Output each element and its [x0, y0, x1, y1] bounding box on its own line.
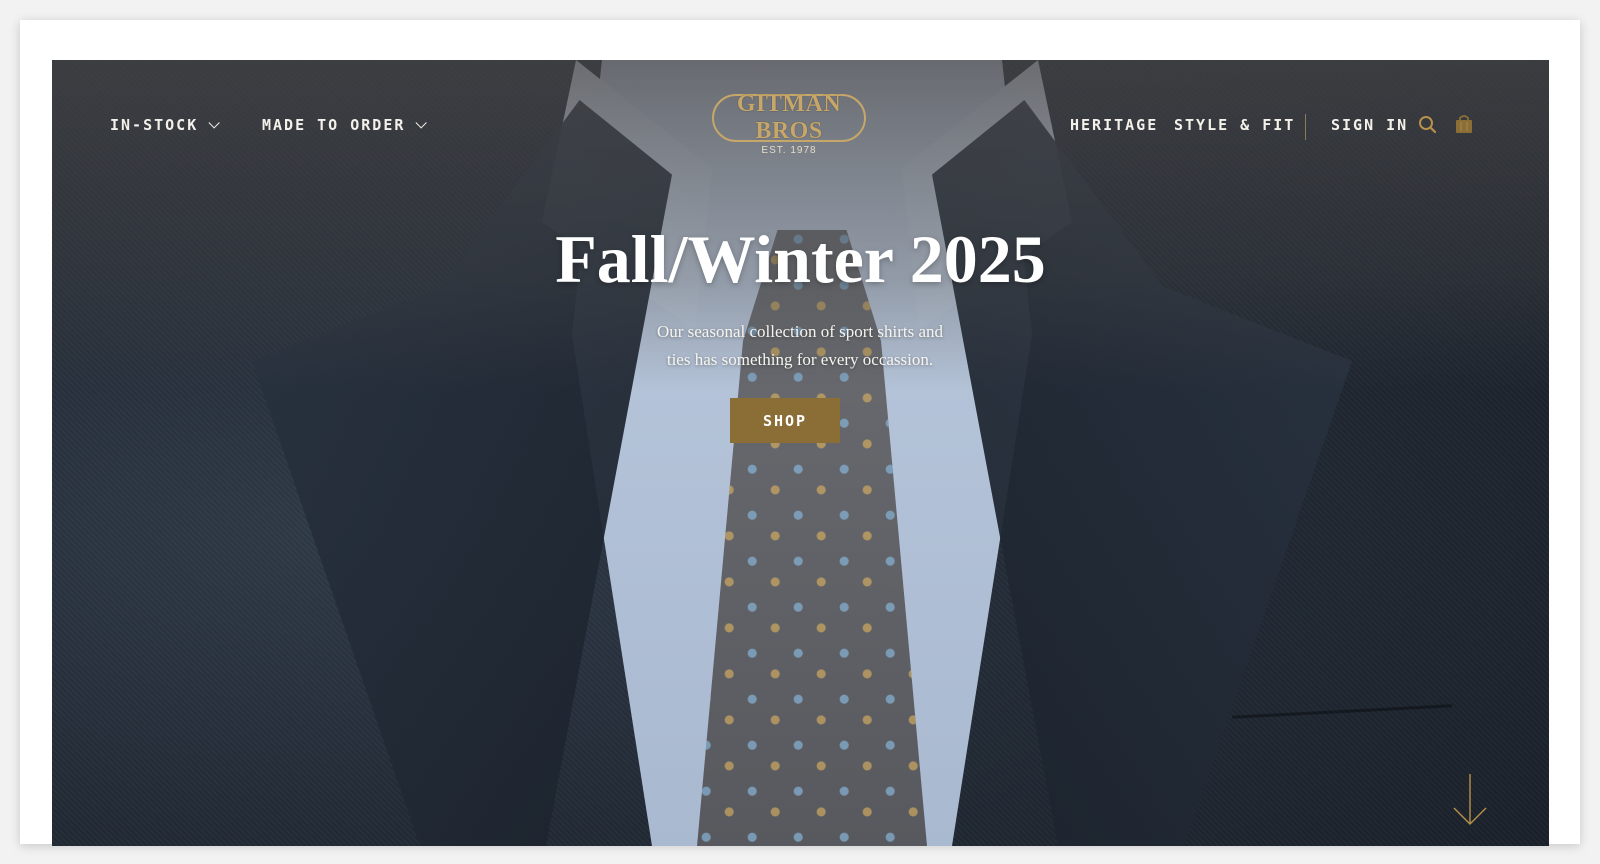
hero-banner: IN-STOCK MADE TO ORDER GITMAN BROS EST. … [52, 60, 1549, 846]
nav-item-label: STYLE & FIT [1174, 116, 1296, 134]
nav-item-label: HERITAGE [1070, 116, 1159, 134]
nav-item-in-stock[interactable]: IN-STOCK [110, 116, 221, 134]
chevron-down-icon [208, 117, 221, 129]
nav-item-made-to-order[interactable]: MADE TO ORDER [262, 116, 428, 134]
nav-item-label: SIGN IN [1331, 116, 1409, 134]
logo-wordmark: GITMAN BROS [712, 91, 866, 144]
hero-subtitle: Our seasonal collection of sport shirts … [630, 318, 970, 374]
chevron-down-icon [415, 117, 428, 129]
nav-item-label: MADE TO ORDER [262, 116, 406, 134]
search-icon[interactable] [1418, 114, 1438, 136]
brand-logo[interactable]: GITMAN BROS EST. 1978 [710, 91, 868, 164]
nav-item-style-fit[interactable]: STYLE & FIT [1174, 116, 1295, 134]
logo-established: EST. 1978 [761, 145, 817, 156]
hero-subtitle-line: ties has something for every occassion. [666, 350, 934, 369]
nav-item-label: IN-STOCK [110, 116, 199, 134]
shopping-bag-icon[interactable] [1454, 114, 1474, 136]
hero-title: Fall/Winter 2025 [555, 221, 1046, 297]
hero-subtitle-line: Our seasonal collection of sport shirts … [656, 322, 944, 341]
nav-item-sign-in[interactable]: SIGN IN [1331, 116, 1408, 134]
nav-divider [1305, 114, 1306, 140]
shop-button[interactable]: SHOP [730, 398, 840, 443]
main-navigation: IN-STOCK MADE TO ORDER GITMAN BROS EST. … [52, 60, 1549, 190]
scroll-down-arrow-icon[interactable] [1450, 772, 1490, 828]
nav-item-heritage[interactable]: HERITAGE [1070, 116, 1158, 134]
